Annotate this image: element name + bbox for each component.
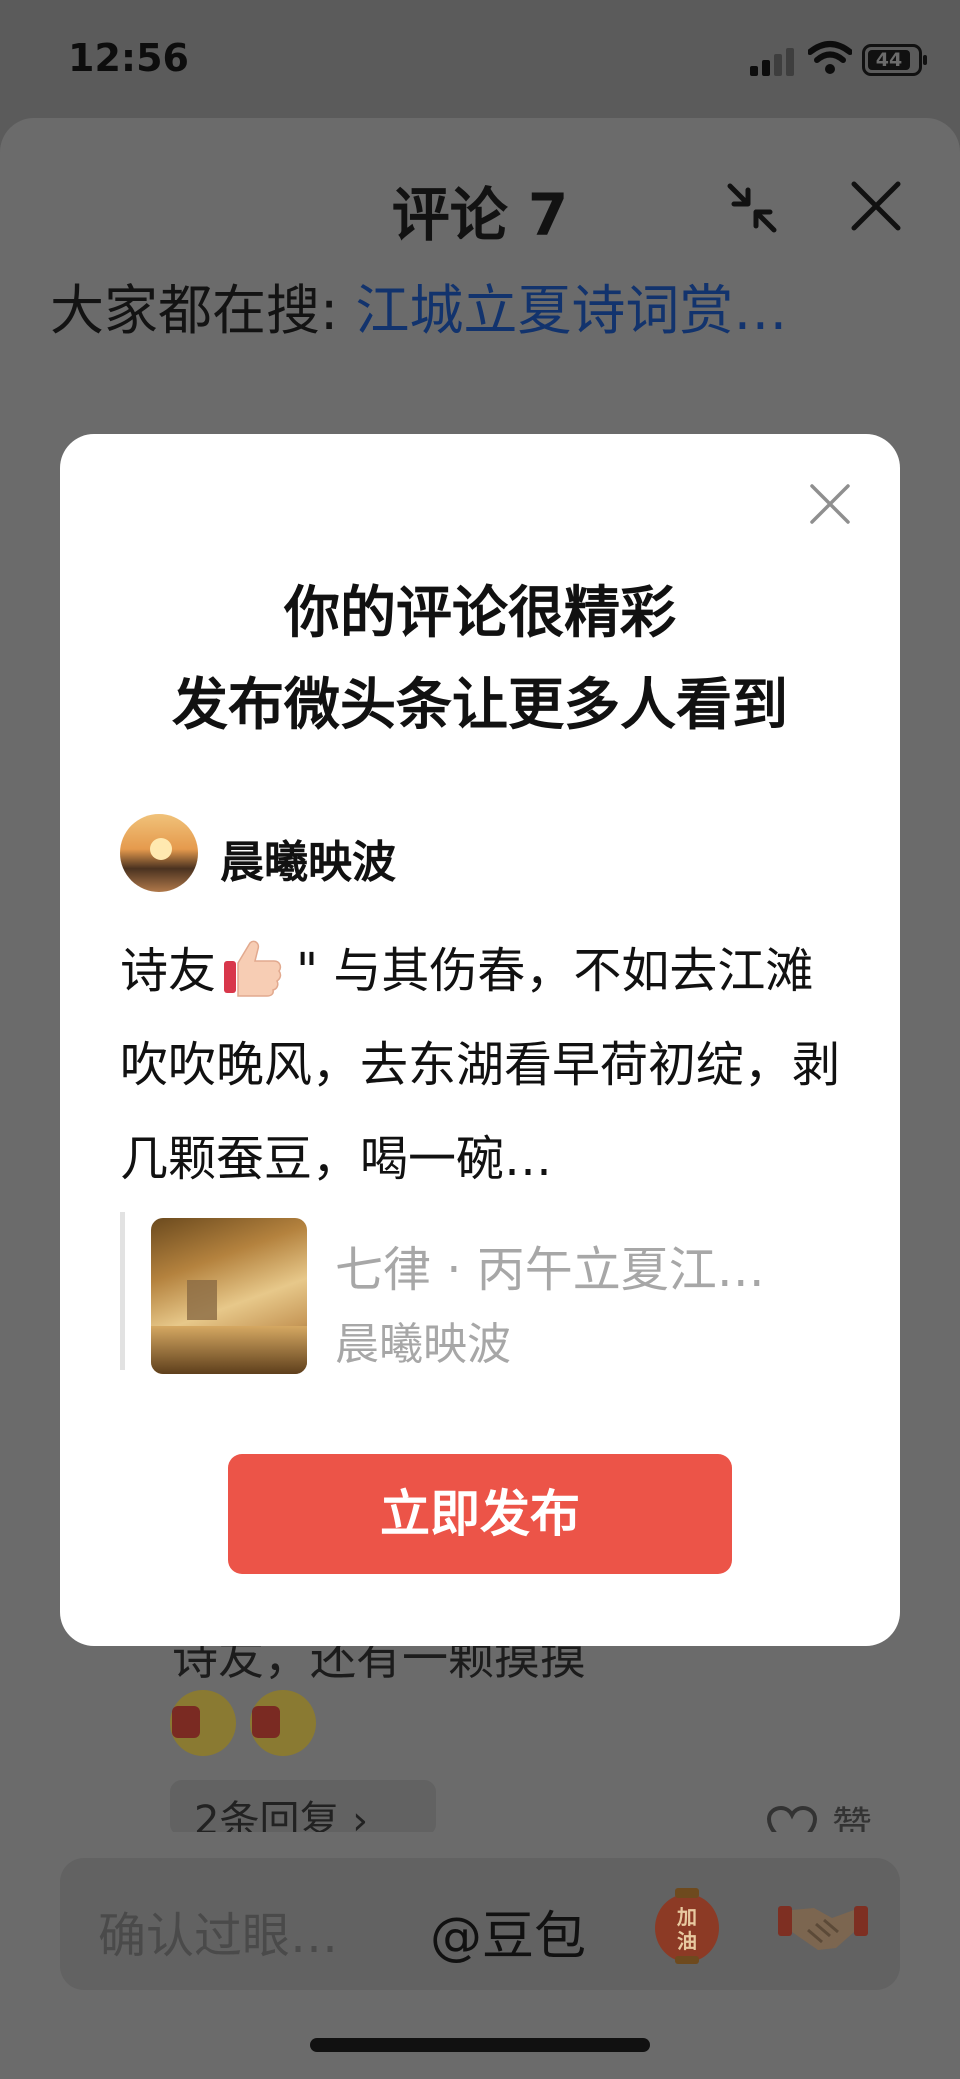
- publish-button[interactable]: 立即发布: [228, 1454, 732, 1574]
- stable-emoji-icon: [170, 1690, 236, 1756]
- status-time: 12:56: [68, 36, 189, 80]
- battery-icon: 44: [862, 44, 927, 76]
- avatar: [120, 814, 198, 892]
- comment-text: 诗友 " 与其伤春，不如去江滩吹吹晚风，去东湖看早荷初绽，剥几颗蚕豆，喝一碗…: [120, 924, 850, 1206]
- article-title: 七律 · 丙午立夏江…: [335, 1242, 765, 1298]
- article-author: 晨曦映波: [335, 1319, 511, 1370]
- comment-input-placeholder[interactable]: 确认过眼…: [98, 1896, 338, 1966]
- dialog-title: 你的评论很精彩 发布微头条让更多人看到: [60, 568, 900, 752]
- mention-doubao-button[interactable]: @豆包: [430, 1894, 586, 1969]
- stable-emoji-icon: [250, 1690, 316, 1756]
- cellular-signal-icon: [750, 48, 798, 76]
- dialog-close-icon[interactable]: [808, 482, 852, 526]
- replies-button[interactable]: 2条回复 ›: [170, 1780, 436, 1836]
- dialog-title-line-1: 你的评论很精彩: [284, 581, 676, 646]
- author-name: 晨曦映波: [220, 837, 396, 888]
- comment-prefix: 诗友: [120, 943, 217, 999]
- wifi-icon: [808, 41, 852, 74]
- cheer-lantern-icon[interactable]: 加 油: [650, 1886, 724, 1966]
- collapse-icon[interactable]: [724, 180, 780, 236]
- publish-dialog: 你的评论很精彩 发布微头条让更多人看到 晨曦映波 诗友 " 与其伤春，不如去江滩…: [60, 434, 900, 1646]
- dialog-title-line-2: 发布微头条让更多人看到: [172, 673, 788, 738]
- handshake-icon[interactable]: [778, 1892, 868, 1956]
- comment-input-bar[interactable]: 确认过眼… @豆包 加 油: [60, 1858, 900, 1990]
- cheer-lantern-text-top: 加: [676, 1905, 697, 1929]
- sheet-divider: [0, 1832, 960, 1856]
- trending-search-link[interactable]: 江城立夏诗词赏…: [355, 279, 787, 336]
- close-sheet-icon[interactable]: [850, 180, 902, 232]
- comment-sheet-title: 评论 7: [391, 181, 569, 249]
- cheer-lantern-text-bottom: 油: [677, 1929, 697, 1953]
- thumbs-up-icon: [224, 940, 282, 997]
- trending-search-label: 大家都在搜:: [50, 279, 356, 336]
- status-bar: 12:56 44: [0, 0, 960, 118]
- article-thumbnail: [151, 1218, 307, 1374]
- home-indicator: [310, 2038, 650, 2052]
- quoted-article[interactable]: 七律 · 丙午立夏江… 晨曦映波: [120, 1212, 850, 1374]
- background-emoji-row: [170, 1690, 330, 1756]
- trending-search-row: 大家都在搜: 江城立夏诗词赏…: [50, 266, 930, 336]
- battery-level: 44: [868, 50, 910, 70]
